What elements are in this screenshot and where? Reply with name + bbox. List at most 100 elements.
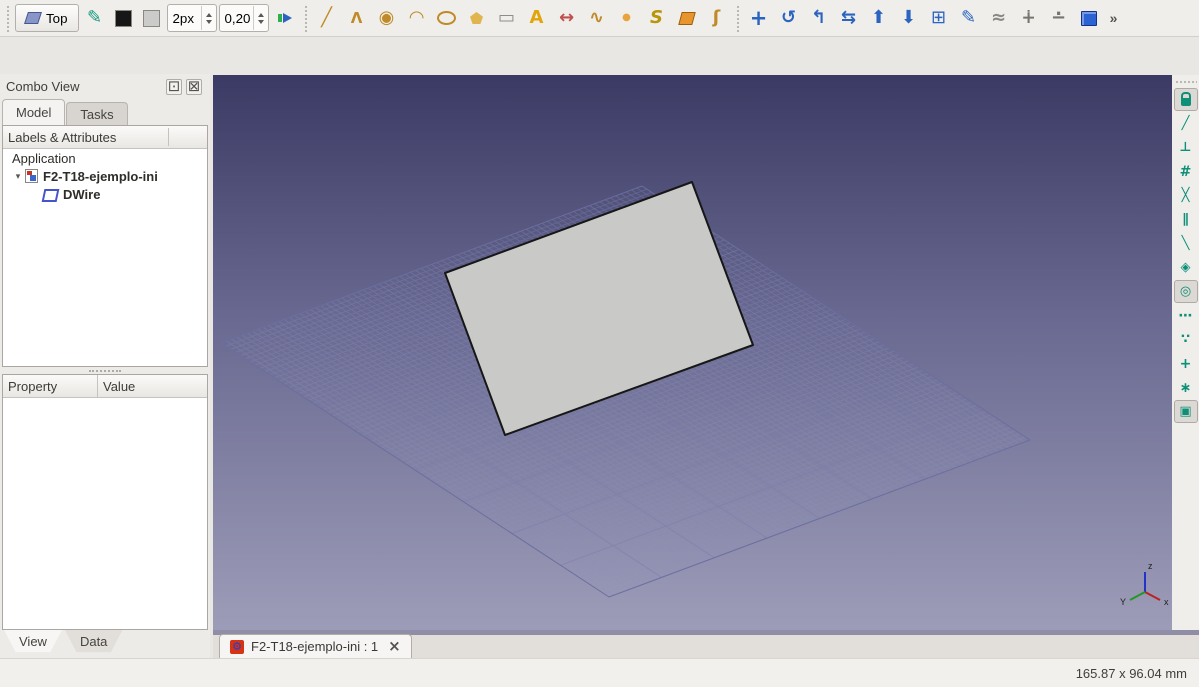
value-column-header[interactable]: Value (98, 375, 207, 397)
spin-down-icon[interactable] (258, 20, 264, 27)
snap-icon: ∗ (1180, 381, 1192, 395)
property-header: Property Value (3, 375, 207, 398)
snap-lock-toggle[interactable] (1174, 88, 1198, 111)
tree-item-dwire[interactable]: DWire (3, 185, 207, 203)
move-tool[interactable]: + (745, 4, 773, 32)
snap-ortho-toggle[interactable]: + (1174, 352, 1198, 375)
draft-dimension-tool[interactable]: ↔ (553, 4, 581, 32)
toolbar-icon: S (650, 9, 663, 27)
3d-viewport[interactable]: zxY (213, 75, 1172, 630)
toolbar-icon: ✎ (87, 9, 102, 27)
toolbar-icon: ⬆ (871, 9, 886, 27)
spin-up-icon[interactable] (206, 10, 212, 17)
text-scale-spinner[interactable]: 0,20 (219, 4, 269, 32)
freecad-document-icon: ⚙ (230, 640, 244, 654)
add-point-tool[interactable]: ∔ (1015, 4, 1043, 32)
panel-close-button[interactable]: ⊠ (186, 79, 202, 95)
tree-item-label: F2-T18-ejemplo-ini (43, 169, 158, 184)
document-tab[interactable]: ⚙ F2-T18-ejemplo-ini : 1 × (219, 634, 412, 658)
toolbar-icon: ● (622, 13, 631, 23)
spin-up-icon[interactable] (258, 10, 264, 17)
snap-angle-toggle[interactable]: ◈ (1174, 256, 1198, 279)
panel-title-bar: Combo View ⊡ ⊠ (0, 74, 210, 99)
upgrade-tool[interactable]: ⬆ (865, 4, 893, 32)
draft-line-tool[interactable]: ╱ (313, 4, 341, 32)
snap-near-toggle[interactable]: ∵ (1174, 328, 1198, 351)
toolbar-extension-button[interactable]: » (1105, 4, 1123, 32)
downgrade-tool[interactable]: ⬇ (895, 4, 923, 32)
snap-center-toggle[interactable]: ◎ (1174, 280, 1198, 303)
tab-close-button[interactable]: × (388, 639, 401, 654)
snap-intersection-toggle[interactable]: ╳ (1174, 184, 1198, 207)
draft-bspline-tool[interactable]: ∿ (583, 4, 611, 32)
spinner-arrows[interactable] (253, 6, 268, 30)
snap-midpoint-toggle[interactable]: ╱ (1174, 112, 1198, 135)
toolbar-icon (678, 12, 695, 25)
panel-title: Combo View (6, 79, 79, 94)
edit-tool[interactable]: ✎ (955, 4, 983, 32)
tab-label: Tasks (80, 107, 113, 122)
panel-splitter[interactable] (0, 367, 210, 374)
trimex-tool[interactable]: ⇆ (835, 4, 863, 32)
tree-item-document[interactable]: ▾ F2-T18-ejemplo-ini (3, 167, 207, 185)
property-column-header[interactable]: Property (3, 375, 98, 397)
snap-grid-toggle[interactable]: # (1174, 160, 1198, 183)
snap-special-toggle[interactable]: ∗ (1174, 376, 1198, 399)
draft-polygon-tool[interactable] (463, 4, 491, 32)
autogroup-button[interactable] (271, 4, 299, 32)
wire-to-bspline-tool[interactable]: ≈ (985, 4, 1013, 32)
property-editor: Property Value (2, 374, 208, 630)
draft-tools-grip (302, 4, 310, 32)
toolbar-icon: A (530, 9, 544, 27)
tree-item-application[interactable]: Application (3, 149, 207, 167)
modify-tools-grip (734, 4, 742, 32)
draft-wire-tool[interactable]: Λ (343, 4, 371, 32)
snap-icon: ∥ (1182, 213, 1189, 226)
scale-tool[interactable]: ⊞ (925, 4, 953, 32)
spinner-arrows[interactable] (201, 6, 216, 30)
draft-circle-tool[interactable]: ◉ (373, 4, 401, 32)
draft-arc-tool[interactable]: ◠ (403, 4, 431, 32)
tab-data[interactable]: Data (65, 630, 122, 653)
draft-to-sketch-tool[interactable] (1075, 4, 1103, 32)
viewport-scene: zxY (213, 75, 1172, 630)
tab-tasks[interactable]: Tasks (66, 102, 127, 125)
tree-item-icon (25, 169, 38, 183)
panel-float-button[interactable]: ⊡ (166, 79, 182, 95)
toolbar-icon: ▭ (498, 9, 515, 27)
snap-endpoint-toggle[interactable]: ╲ (1174, 232, 1198, 255)
construction-mode-button[interactable]: ✎ (81, 4, 109, 32)
line-color-swatch[interactable] (111, 4, 137, 32)
svg-text:x: x (1164, 597, 1169, 607)
face-color-swatch[interactable] (139, 4, 165, 32)
spin-down-icon[interactable] (206, 20, 212, 27)
draft-rectangle-tool[interactable]: ▭ (493, 4, 521, 32)
draft-shapestring-tool[interactable]: S (643, 4, 671, 32)
tab-view[interactable]: View (4, 630, 62, 653)
tab-model[interactable]: Model (2, 99, 65, 125)
snap-icon: + (1180, 357, 1192, 371)
toolbar-icon: ∸ (1051, 9, 1066, 27)
window-button-icon: ⊠ (188, 79, 201, 94)
draft-text-tool[interactable]: A (523, 4, 551, 32)
rotate-tool[interactable]: ↺ (775, 4, 803, 32)
draft-point-tool[interactable]: ● (613, 4, 641, 32)
property-view-tabs: View Data (4, 630, 122, 656)
toolbar-icon (470, 12, 483, 24)
draft-facebinder-tool[interactable] (673, 4, 701, 32)
toolbar-item-label: Top (46, 11, 68, 26)
toolbar-icon: ⇆ (841, 9, 856, 27)
working-plane-button[interactable]: Top (15, 4, 79, 32)
snap-dimensions-toggle[interactable]: ▣ (1174, 400, 1198, 423)
toolbar-icon (24, 12, 42, 24)
draft-ellipse-tool[interactable] (433, 4, 461, 32)
remove-point-tool[interactable]: ∸ (1045, 4, 1073, 32)
dimension-readout: 165.87 x 96.04 mm (1076, 666, 1187, 681)
snap-parallel-toggle[interactable]: ∥ (1174, 208, 1198, 231)
draft-bezier-tool[interactable]: ʃ (703, 4, 731, 32)
snap-extension-toggle[interactable]: ⋯ (1174, 304, 1198, 327)
snap-perpendicular-toggle[interactable]: ⊥ (1174, 136, 1198, 159)
offset-tool[interactable]: ↰ (805, 4, 833, 32)
line-width-spinner[interactable]: 2px (167, 4, 217, 32)
tree-expand-icon[interactable]: ▾ (11, 171, 25, 182)
